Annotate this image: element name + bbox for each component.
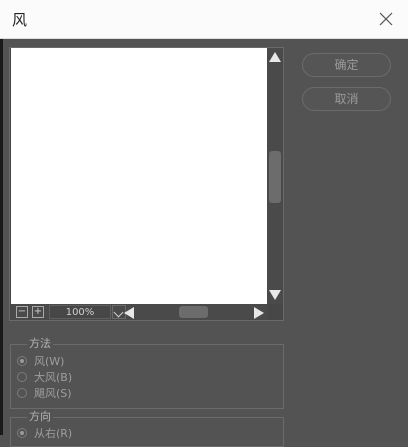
method-option-blast[interactable]: 大风(B) — [17, 370, 72, 384]
method-option-stagger[interactable]: 飓风(S) — [17, 386, 72, 400]
title-bar: 风 — [0, 0, 408, 39]
preview-canvas[interactable] — [11, 48, 267, 304]
radio-button[interactable] — [17, 356, 27, 366]
window-title: 风 — [12, 11, 28, 29]
arrow-right-icon[interactable] — [254, 307, 264, 319]
radio-button[interactable] — [17, 428, 27, 438]
close-icon[interactable] — [377, 10, 395, 28]
horizontal-scroll-thumb[interactable] — [179, 306, 208, 318]
cancel-button[interactable]: 取消 — [302, 87, 391, 111]
direction-group: 方向 从右(R) — [10, 410, 284, 447]
arrow-left-icon[interactable] — [124, 307, 134, 319]
radio-button[interactable] — [17, 388, 27, 398]
method-group: 方法 风(W) 大风(B) 飓风(S) — [10, 337, 284, 409]
preview-controls-bar: − + 100% — [11, 304, 267, 320]
method-option-wind[interactable]: 风(W) — [17, 354, 64, 368]
radio-label: 风(W) — [34, 355, 65, 368]
arrow-down-icon[interactable] — [269, 290, 281, 300]
direction-option-right[interactable]: 从右(R) — [17, 426, 72, 440]
arrow-up-icon[interactable] — [269, 52, 281, 62]
radio-label: 从右(R) — [34, 427, 73, 440]
ok-button[interactable]: 确定 — [302, 53, 391, 77]
vertical-scroll-thumb[interactable] — [269, 151, 281, 203]
direction-group-label: 方向 — [27, 410, 53, 424]
method-group-label: 方法 — [27, 337, 53, 351]
vertical-scrollbar[interactable] — [267, 48, 283, 304]
zoom-in-icon[interactable]: + — [32, 306, 44, 318]
radio-label: 大风(B) — [34, 371, 73, 384]
radio-label: 飓风(S) — [34, 387, 72, 400]
chevron-down-icon — [113, 307, 124, 318]
zoom-level-field[interactable]: 100% — [49, 305, 111, 319]
radio-button[interactable] — [17, 372, 27, 382]
zoom-out-icon[interactable]: − — [16, 306, 28, 318]
